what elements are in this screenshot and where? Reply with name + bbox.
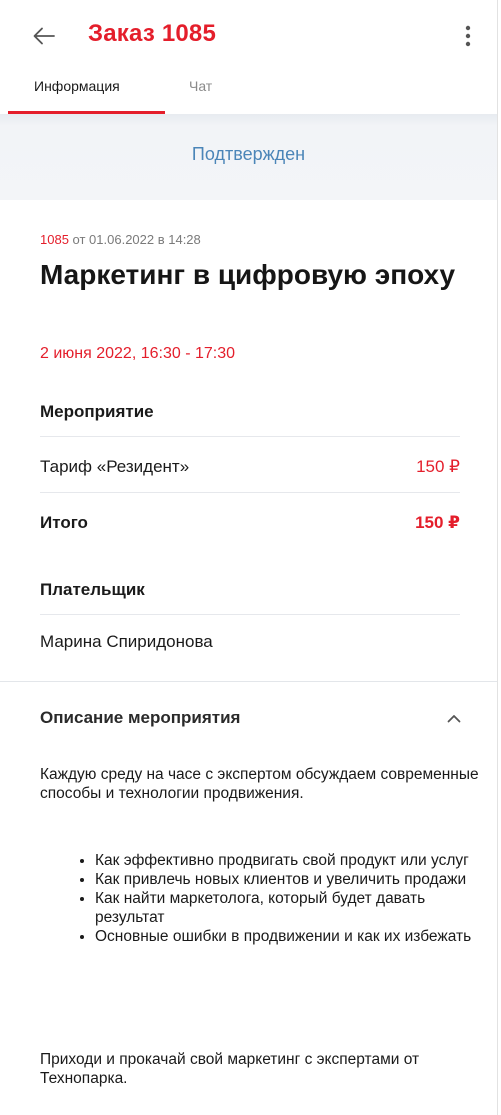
divider xyxy=(40,492,460,493)
chevron-up-icon xyxy=(447,714,461,722)
tab-bar: Информация Чат xyxy=(0,68,497,114)
event-title: Маркетинг в цифровую эпоху xyxy=(40,259,456,290)
page-title: Заказ 1085 xyxy=(88,20,217,47)
collapse-description-button[interactable] xyxy=(440,706,468,730)
order-screen: Заказ 1085 Информация Чат Подтвержден 10… xyxy=(0,0,498,1115)
tab-chat[interactable]: Чат xyxy=(189,78,212,94)
event-date: 2 июня 2022, 16:30 - 17:30 xyxy=(40,345,236,362)
description-intro: Каждую среду на часе с экспертом обсужда… xyxy=(40,766,479,802)
back-button[interactable] xyxy=(26,18,62,54)
order-meta: 1085 от 01.06.2022 в 14:28 xyxy=(40,232,201,247)
event-section-label: Мероприятие xyxy=(40,402,154,421)
tariff-price: 150 ₽ xyxy=(416,457,460,476)
list-item: Как эффективно продвигать свой продукт и… xyxy=(95,851,480,870)
tab-info[interactable]: Информация xyxy=(34,78,120,94)
list-item: Как найти маркетолога, который будет дав… xyxy=(95,889,480,927)
list-item: Основные ошибки в продвижении и как их и… xyxy=(95,927,480,946)
tariff-label: Тариф «Резидент» xyxy=(40,457,190,476)
payer-name: Марина Спиридонова xyxy=(40,632,213,651)
app-header: Заказ 1085 xyxy=(0,0,497,68)
more-options-button[interactable] xyxy=(453,18,483,54)
description-header[interactable]: Описание мероприятия xyxy=(40,708,240,728)
description-list: Как эффективно продвигать свой продукт и… xyxy=(40,851,480,946)
description-outro: Приходи и прокачай свой маркетинг с эксп… xyxy=(40,1051,420,1087)
divider xyxy=(40,614,460,615)
section-divider xyxy=(0,681,497,682)
order-status: Подтвержден xyxy=(191,144,306,164)
payer-section-label: Плательщик xyxy=(40,580,145,599)
total-label: Итого xyxy=(40,513,88,532)
more-vertical-icon xyxy=(465,25,471,47)
status-banner: Подтвержден xyxy=(0,114,497,200)
divider xyxy=(40,436,460,437)
list-item: Как привлечь новых клиентов и увеличить … xyxy=(95,870,480,889)
order-created-at: от 01.06.2022 в 14:28 xyxy=(68,232,201,247)
total-price: 150 ₽ xyxy=(415,513,460,532)
arrow-left-icon xyxy=(33,27,55,45)
order-number: 1085 xyxy=(40,232,69,247)
